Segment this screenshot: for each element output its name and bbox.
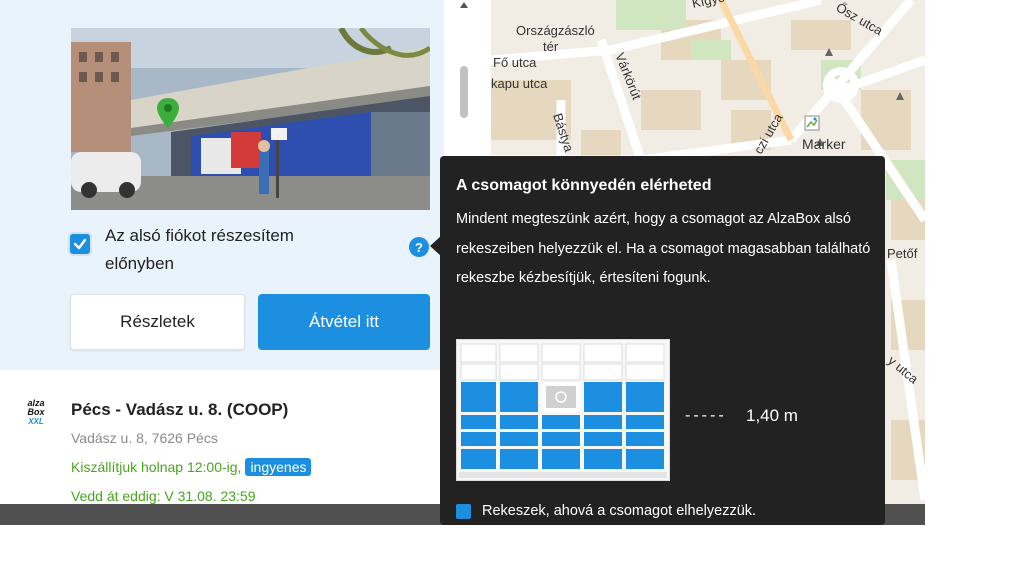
logo-text-xxl: XXL xyxy=(28,417,44,426)
height-indicator-dashes: ----- xyxy=(685,407,727,424)
location-list-item[interactable] xyxy=(0,370,444,504)
bottom-drawer-preference-label[interactable]: Az alsó fiókot részesítem előnyben xyxy=(105,222,355,278)
checkmark-icon xyxy=(73,238,87,250)
broken-image-marker-icon[interactable] xyxy=(804,115,820,131)
scrollbar-thumb[interactable] xyxy=(460,66,468,118)
tooltip-body: Mindent megteszünk azért, hogy a csomago… xyxy=(456,211,871,286)
legend-swatch xyxy=(456,504,471,519)
delivery-info: Kiszállítjuk holnap 12:00-ig, ingyenes xyxy=(71,458,312,476)
delivery-text: Kiszállítjuk holnap 12:00-ig, xyxy=(71,459,242,475)
locker-diagram xyxy=(456,339,670,481)
scroll-up-arrow-icon[interactable] xyxy=(460,2,468,8)
location-address: Vadász u. 8, 7626 Pécs xyxy=(71,430,218,446)
selected-location-card: Az alsó fiókot részesítem előnyben ? Rés… xyxy=(0,0,444,370)
height-value: 1,40 m xyxy=(746,406,798,425)
street-label-ter: tér xyxy=(543,39,559,54)
app-root: Az alsó fiókot részesítem előnyben ? Rés… xyxy=(0,0,1024,576)
map-marker-label[interactable]: Marker xyxy=(802,136,846,152)
bottom-drawer-checkbox[interactable] xyxy=(68,232,92,256)
legend-text: Rekeszek, ahová a csomagot elhelyezzük. xyxy=(482,503,757,519)
store-photo-illustration xyxy=(71,28,430,210)
free-badge: ingyenes xyxy=(245,458,312,476)
pickup-here-button[interactable]: Átvétel itt xyxy=(258,294,430,350)
help-icon[interactable]: ? xyxy=(409,237,429,257)
location-title[interactable]: Pécs - Vadász u. 8. (COOP) xyxy=(71,400,288,420)
store-photo xyxy=(71,28,430,210)
details-button[interactable]: Részletek xyxy=(70,294,245,350)
tooltip-title: A csomagot könnyedén elérheted xyxy=(456,177,712,194)
street-label-orszagzaszlo: Országzászló xyxy=(516,23,595,38)
street-label-kapu-utca: kapu utca xyxy=(491,76,548,91)
locker-diagram-svg xyxy=(457,340,669,480)
street-label-fo-utca: Fő utca xyxy=(493,55,537,70)
alzabox-xxl-logo: alza Box XXL xyxy=(23,399,49,431)
street-label-petofi: Petőf xyxy=(887,246,918,261)
location-list-panel: Az alsó fiókot részesítem előnyben ? Rés… xyxy=(0,0,444,504)
bottom-drawer-tooltip: A csomagot könnyedén elérheted Mindent m… xyxy=(440,156,885,525)
logo-text-box: Box xyxy=(27,407,45,417)
pickup-deadline: Vedd át eddig: V 31.08. 23:59 xyxy=(71,488,256,504)
